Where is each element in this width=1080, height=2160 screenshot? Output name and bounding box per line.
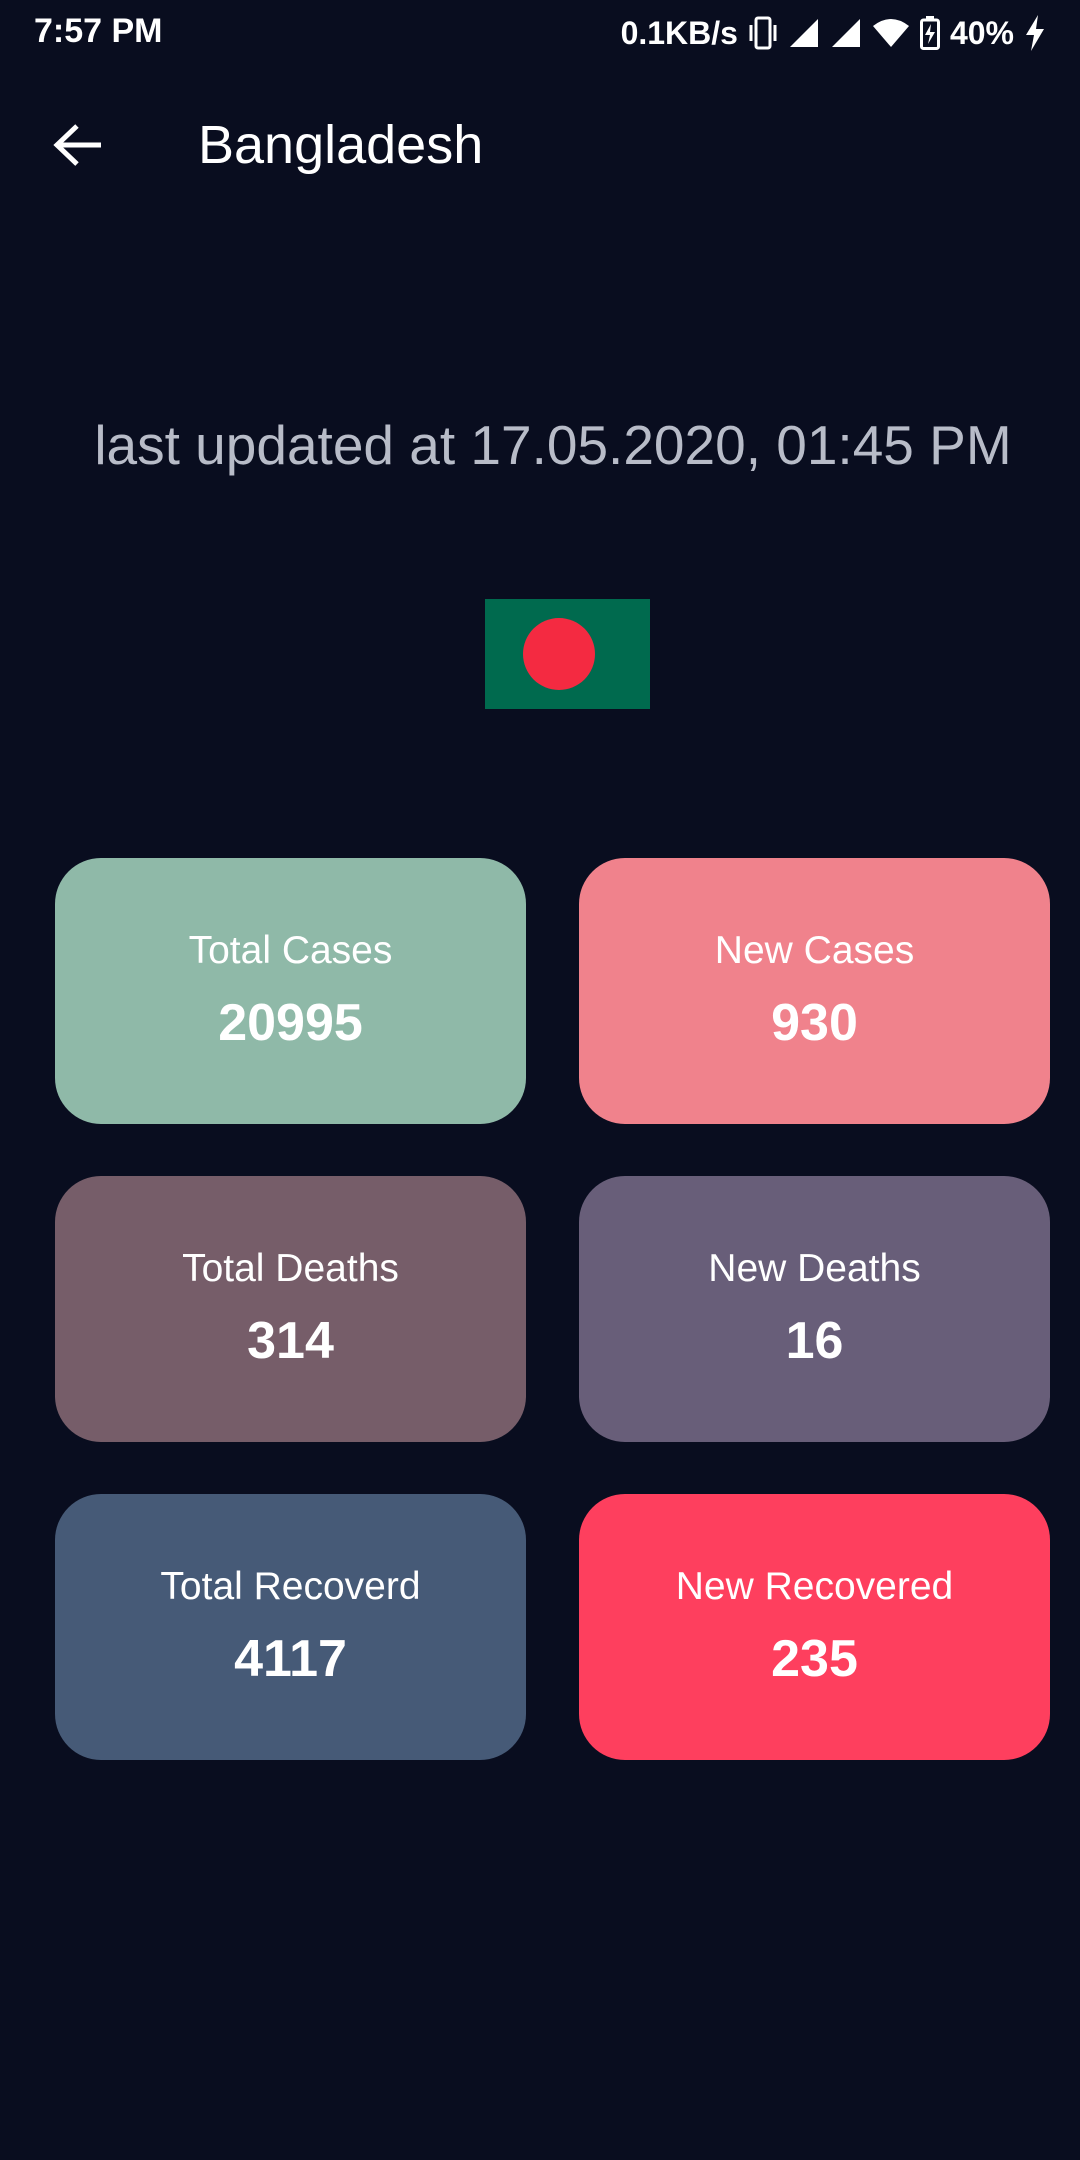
page-title: Bangladesh [198,115,484,175]
card-label: Total Cases [188,929,393,972]
card-value: 4117 [234,1630,347,1688]
signal-icon [788,17,820,49]
vibrate-icon [748,16,778,50]
total-cases-card: Total Cases 20995 [55,858,526,1124]
arrow-left-icon [53,123,103,172]
country-flag [485,599,650,709]
status-bar: 7:57 PM 0.1KB/s 40% [0,0,1080,66]
battery-charging-icon [919,16,940,50]
card-label: New Cases [714,929,915,972]
back-button[interactable] [44,113,112,181]
card-value: 235 [771,1630,858,1688]
card-value: 930 [771,994,858,1052]
total-recovered-card: Total Recoverd 4117 [55,1494,526,1760]
card-value: 16 [785,1312,844,1370]
last-updated-text: last updated at 17.05.2020, 01:45 PM [94,414,1012,476]
charging-bolt-icon [1024,15,1046,51]
signal-icon [830,17,862,49]
total-deaths-card: Total Deaths 314 [55,1176,526,1442]
status-icons: 0.1KB/s 40% [621,10,1046,56]
battery-level: 40% [949,14,1014,51]
status-time: 7:57 PM [34,12,163,50]
card-label: New Deaths [708,1247,921,1290]
wifi-icon [872,18,910,48]
new-recovered-card: New Recovered 235 [579,1494,1050,1760]
card-value: 314 [247,1312,334,1370]
card-label: Total Recoverd [160,1565,421,1608]
new-cases-card: New Cases 930 [579,858,1050,1124]
card-label: New Recovered [675,1565,954,1608]
network-speed: 0.1KB/s [620,14,738,51]
card-value: 20995 [218,994,363,1052]
card-label: Total Deaths [182,1247,399,1290]
new-deaths-card: New Deaths 16 [579,1176,1050,1442]
